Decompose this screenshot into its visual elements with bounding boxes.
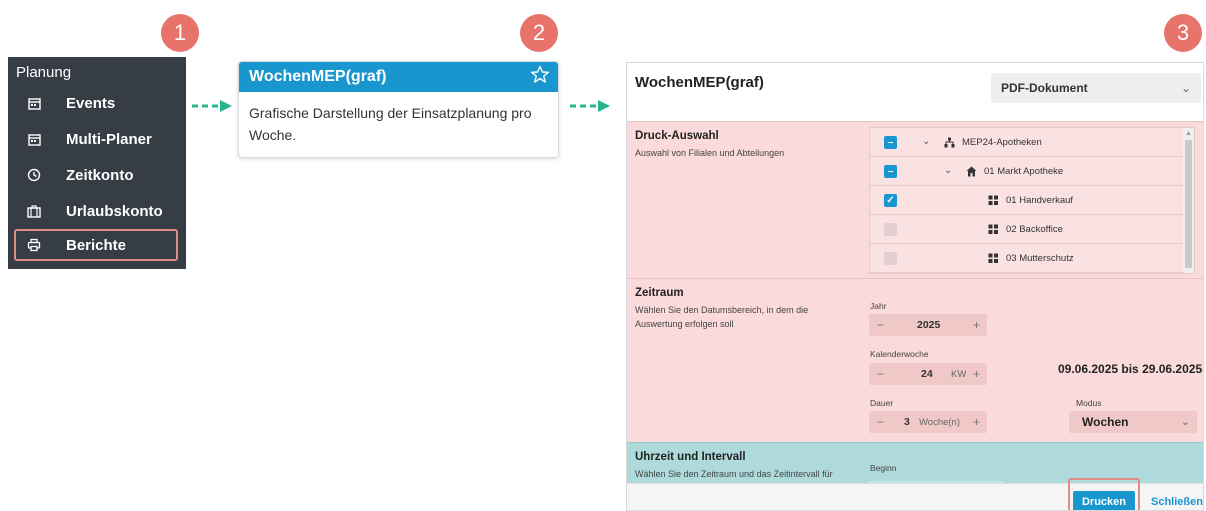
date-range-text: 09.06.2025 bis 29.06.2025: [1058, 362, 1203, 376]
jahr-label: Jahr: [870, 301, 887, 311]
kalenderwoche-stepper[interactable]: − 24 KW +: [869, 363, 987, 385]
kalenderwoche-label: Kalenderwoche: [870, 349, 929, 359]
chevron-down-icon[interactable]: ⌄: [922, 136, 930, 147]
house-icon: [966, 166, 977, 177]
chevron-down-icon: ⌄: [1180, 416, 1190, 428]
grid-icon: [988, 224, 999, 235]
sidebar-menu: Planung Events Multi-Planer Zeitkonto Ur…: [8, 57, 186, 269]
checkbox-partial[interactable]: –: [884, 136, 897, 149]
section-description: Wählen Sie den Zeitraum und das Zeitinte…: [635, 469, 833, 479]
tree-row[interactable]: 02 Backoffice: [870, 215, 1184, 244]
tree-label: 01 Markt Apotheke: [984, 165, 1064, 177]
plus-icon[interactable]: +: [973, 318, 980, 332]
checkbox-unchecked[interactable]: [884, 252, 897, 265]
tree-row[interactable]: 03 Mutterschutz: [870, 244, 1184, 273]
dialog-footer: Drucken Schließen: [627, 478, 1203, 510]
sidebar-item-label: Berichte: [66, 236, 127, 254]
sidebar-item-label: Urlaubskonto: [66, 202, 163, 220]
sidebar-item-label: Zeitkonto: [66, 166, 134, 184]
tree-scrollbar[interactable]: ▲: [1183, 128, 1194, 273]
chevron-down-icon: ⌄: [1180, 81, 1191, 95]
suitcase-icon: [24, 201, 44, 221]
chevron-up-icon[interactable]: ▲: [1185, 130, 1192, 137]
step-badge-2: 2: [520, 14, 558, 52]
tree-label: 01 Handverkauf: [1006, 194, 1074, 206]
modus-select[interactable]: Wochen ⌄: [1069, 411, 1197, 433]
uhrzeit-section: Uhrzeit und Intervall Wählen Sie den Zei…: [627, 442, 1203, 487]
minus-icon[interactable]: −: [877, 415, 884, 429]
format-select-value: PDF-Dokument: [1001, 81, 1088, 95]
tree-row[interactable]: – ⌄ 01 Markt Apotheke: [870, 157, 1184, 186]
dialog-title: WochenMEP(graf): [635, 74, 764, 91]
dialog-header: WochenMEP(graf) PDF-Dokument ⌄: [627, 63, 1203, 121]
sidebar-item-events[interactable]: Events: [8, 85, 186, 121]
report-tile[interactable]: WochenMEP(graf) Grafische Darstellung de…: [238, 61, 559, 158]
sidebar-item-multi-planer[interactable]: Multi-Planer: [8, 121, 186, 157]
sidebar-item-zeitkonto[interactable]: Zeitkonto: [8, 157, 186, 193]
printer-icon: [24, 235, 44, 255]
kalenderwoche-unit: KW: [951, 368, 967, 380]
dauer-stepper[interactable]: − 3 Woche(n) +: [869, 411, 987, 433]
zeitraum-section: Zeitraum Wählen Sie den Datumsbereich, i…: [627, 278, 1203, 442]
star-icon[interactable]: [530, 65, 550, 89]
checkbox-checked[interactable]: ✓: [884, 194, 897, 207]
sidebar-item-berichte[interactable]: Berichte: [14, 229, 178, 261]
modus-label: Modus: [1076, 398, 1102, 408]
checkbox-unchecked[interactable]: [884, 223, 897, 236]
print-button[interactable]: Drucken: [1073, 491, 1135, 510]
section-label: Druck-Auswahl: [635, 130, 719, 142]
tree-row[interactable]: ✓ 01 Handverkauf: [870, 186, 1184, 215]
calendar-icon: [24, 93, 44, 113]
tree-row[interactable]: – ⌄ MEP24-Apotheken: [870, 128, 1184, 157]
sidebar-section-title: Planung: [16, 64, 72, 81]
dauer-unit: Woche(n): [919, 416, 961, 428]
section-label: Uhrzeit und Intervall: [635, 451, 746, 463]
calendar-icon: [24, 129, 44, 149]
org-tree-icon: [944, 137, 955, 148]
tile-description: Grafische Darstellung der Einsatzplanung…: [249, 105, 532, 143]
grid-icon: [988, 195, 999, 206]
section-description: Wählen Sie den Datumsbereich, in dem die…: [635, 305, 809, 329]
tree-label: 02 Backoffice: [1006, 223, 1063, 235]
dauer-label: Dauer: [870, 398, 894, 408]
grid-icon: [988, 253, 999, 264]
clock-icon: [24, 165, 44, 185]
minus-icon[interactable]: −: [877, 318, 884, 332]
step-badge-3: 3: [1164, 14, 1202, 52]
checkbox-partial[interactable]: –: [884, 165, 897, 178]
modus-value: Wochen: [1082, 415, 1129, 429]
section-label: Zeitraum: [635, 287, 684, 299]
format-select[interactable]: PDF-Dokument ⌄: [991, 73, 1201, 103]
branch-tree: – ⌄ MEP24-Apotheken – ⌄ 01 Markt Apothek…: [869, 127, 1195, 274]
report-dialog: WochenMEP(graf) PDF-Dokument ⌄ Druck-Aus…: [626, 62, 1204, 511]
step-badge-1: 1: [161, 14, 199, 52]
tile-title: WochenMEP(graf): [249, 68, 387, 85]
chevron-down-icon[interactable]: ⌄: [944, 165, 952, 176]
kalenderwoche-value: 24: [921, 368, 933, 380]
plus-icon[interactable]: +: [973, 415, 980, 429]
tile-header: WochenMEP(graf): [239, 62, 558, 92]
section-description: Auswahl von Filialen und Abteilungen: [635, 148, 785, 158]
tree-label: MEP24-Apotheken: [962, 136, 1042, 148]
tutorial-stage: 1 2 3 Planung Events Multi-Planer Zeitko…: [0, 0, 1206, 511]
sidebar-item-label: Events: [66, 94, 116, 112]
sidebar-item-urlaubskonto[interactable]: Urlaubskonto: [8, 193, 186, 229]
dauer-value: 3: [904, 416, 910, 428]
arrow-right-icon: [192, 100, 232, 112]
jahr-stepper[interactable]: − 2025 +: [869, 314, 987, 336]
scrollbar-thumb[interactable]: [1185, 140, 1192, 268]
jahr-value: 2025: [917, 319, 941, 331]
tree-label: 03 Mutterschutz: [1006, 252, 1074, 264]
plus-icon[interactable]: +: [973, 367, 980, 381]
minus-icon[interactable]: −: [877, 367, 884, 381]
druck-auswahl-section: Druck-Auswahl Auswahl von Filialen und A…: [627, 121, 1203, 278]
sidebar-item-label: Multi-Planer: [66, 130, 152, 148]
close-button[interactable]: Schließen: [1151, 491, 1203, 510]
arrow-right-icon: [570, 100, 610, 112]
beginn-label: Beginn: [870, 463, 897, 473]
